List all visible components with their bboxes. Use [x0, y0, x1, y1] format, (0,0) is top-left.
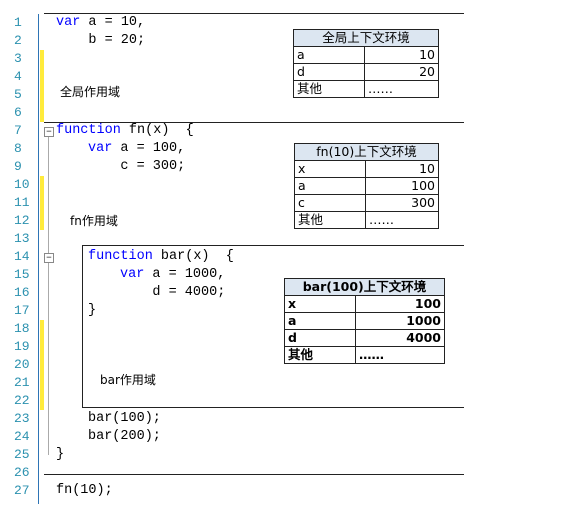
line-number: 3: [14, 51, 22, 66]
line-number: 25: [14, 447, 30, 462]
table-key: x: [284, 295, 356, 313]
code-line-1: var a = 10,: [56, 15, 146, 30]
line-number: 9: [14, 159, 22, 174]
line-number: 21: [14, 375, 30, 390]
global-scope-label: 全局作用域: [60, 85, 121, 99]
line-number: 27: [14, 483, 30, 498]
table-title: 全局上下文环境: [293, 29, 439, 47]
table-value: 10: [365, 160, 439, 178]
code-line-27: fn(10);: [56, 483, 113, 498]
line-number: 11: [14, 195, 30, 210]
line-number: 16: [14, 285, 30, 300]
table-value: 1000: [355, 312, 445, 330]
line-number: 4: [14, 69, 22, 84]
code-line-16: d = 4000;: [120, 285, 226, 300]
table-value: 20: [364, 63, 439, 81]
code-line-8: var a = 100,: [88, 141, 186, 156]
line-number: 19: [14, 339, 30, 354]
table-value: 100: [365, 177, 439, 195]
fold-guide: [48, 263, 49, 317]
bar-scope-label: bar作用域: [100, 373, 156, 387]
table-key: a: [294, 177, 366, 195]
line-number: 10: [14, 177, 30, 192]
table-title: bar(100)上下文环境: [284, 278, 445, 296]
line-number: 18: [14, 321, 30, 336]
line-number: 23: [14, 411, 30, 426]
table-key: 其他: [294, 211, 366, 229]
code-line-2: b = 20;: [56, 33, 146, 48]
bar-region-bottom-border: [82, 407, 464, 408]
bar-region-left-border: [82, 245, 83, 407]
change-marker: [40, 176, 44, 230]
table-value: 300: [365, 194, 439, 212]
table-key: d: [284, 329, 356, 347]
code-line-14: function bar(x) {: [88, 249, 234, 264]
table-value: ……: [355, 346, 445, 364]
code-line-7: function fn(x) {: [56, 123, 194, 138]
code-line-23: bar(100);: [88, 411, 161, 426]
code-line-25: }: [56, 447, 65, 462]
fn-region-bottom-border: [44, 474, 464, 475]
line-number: 13: [14, 231, 30, 246]
table-key: 其他: [284, 346, 356, 364]
global-context-table: 全局上下文环境 a 10 d 20 其他……: [293, 29, 439, 98]
table-key: a: [284, 312, 356, 330]
line-number: 6: [14, 105, 22, 120]
line-number: 7: [14, 123, 22, 138]
table-value: 10: [364, 46, 439, 64]
table-title: fn(10)上下文环境: [294, 143, 439, 161]
change-marker: [40, 50, 44, 122]
line-number: 5: [14, 87, 22, 102]
code-line-24: bar(200);: [88, 429, 161, 444]
fn-context-table: fn(10)上下文环境 x 10 a 100 c 300 其他……: [294, 143, 439, 229]
line-number: 1: [14, 15, 22, 30]
line-number: 8: [14, 141, 22, 156]
table-value: ……: [365, 211, 439, 229]
table-key: a: [293, 46, 365, 64]
code-line-15: var a = 1000,: [120, 267, 226, 282]
code-line-9: c = 300;: [88, 159, 186, 174]
table-key: c: [294, 194, 366, 212]
collapse-fn-icon[interactable]: −: [44, 127, 54, 137]
table-key: d: [293, 63, 365, 81]
line-number: 24: [14, 429, 30, 444]
table-value: 4000: [355, 329, 445, 347]
table-key: x: [294, 160, 366, 178]
bar-context-table: bar(100)上下文环境 x 100 a 1000 d 4000 其他……: [284, 278, 445, 364]
line-number: 15: [14, 267, 30, 282]
change-marker: [40, 320, 44, 410]
line-number: 14: [14, 249, 30, 264]
line-number: 2: [14, 33, 22, 48]
line-number: 22: [14, 393, 30, 408]
line-number: 17: [14, 303, 30, 318]
code-line-17: }: [88, 303, 97, 318]
fn-scope-label: fn作用域: [70, 214, 118, 228]
line-number: 26: [14, 465, 30, 480]
bar-region-top-border: [82, 245, 464, 246]
gutter-border: [38, 14, 39, 504]
collapse-bar-icon[interactable]: −: [44, 253, 54, 263]
table-value: 100: [355, 295, 445, 313]
line-number: 12: [14, 213, 30, 228]
line-number: 20: [14, 357, 30, 372]
table-value: ……: [364, 80, 439, 98]
table-key: 其他: [293, 80, 365, 98]
